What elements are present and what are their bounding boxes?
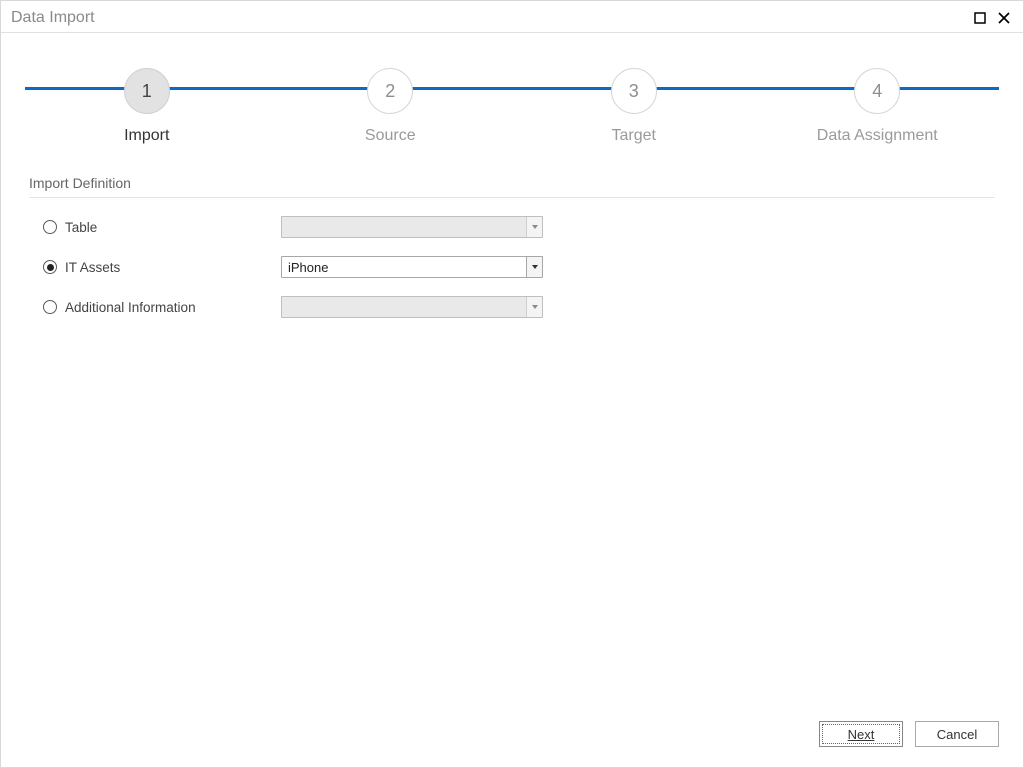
step-label-data-assignment: Data Assignment [756,127,1000,145]
content-panel: Import Definition Table IT Assets iPhone… [1,175,1023,318]
step-label-source: Source [269,127,513,145]
footer-buttons: Next Cancel [819,721,999,747]
radio-table-label: Table [65,220,97,235]
step-circle: 1 [124,68,170,114]
combo-it-assets[interactable]: iPhone [281,256,543,278]
step-label-import: Import [25,127,269,145]
row-table: Table [29,216,995,238]
wizard-stepper: 1 2 3 4 Import Source Target Data Assign… [1,33,1023,175]
maximize-icon[interactable] [971,9,989,27]
step-target[interactable]: 3 [512,68,756,114]
combo-it-assets-value: iPhone [282,260,526,275]
next-button[interactable]: Next [819,721,903,747]
combo-table [281,216,543,238]
section-title: Import Definition [29,175,995,198]
radio-it-assets[interactable] [43,260,57,274]
window-controls [971,9,1013,27]
titlebar: Data Import [1,1,1023,33]
combo-additional-info [281,296,543,318]
step-source[interactable]: 2 [269,68,513,114]
cancel-button[interactable]: Cancel [915,721,999,747]
chevron-down-icon[interactable] [526,257,542,277]
chevron-down-icon [526,217,542,237]
window-title: Data Import [11,9,95,27]
row-it-assets: IT Assets iPhone [29,256,995,278]
step-data-assignment[interactable]: 4 [756,68,1000,114]
radio-it-assets-label: IT Assets [65,260,120,275]
step-label-target: Target [512,127,756,145]
step-circle: 3 [611,68,657,114]
row-additional-info: Additional Information [29,296,995,318]
radio-table[interactable] [43,220,57,234]
radio-additional-info[interactable] [43,300,57,314]
chevron-down-icon [526,297,542,317]
step-circle: 4 [854,68,900,114]
close-icon[interactable] [995,9,1013,27]
step-import[interactable]: 1 [25,68,269,114]
next-button-label: Next [848,727,875,742]
step-circle: 2 [367,68,413,114]
radio-additional-info-label: Additional Information [65,300,196,315]
cancel-button-label: Cancel [937,727,977,742]
